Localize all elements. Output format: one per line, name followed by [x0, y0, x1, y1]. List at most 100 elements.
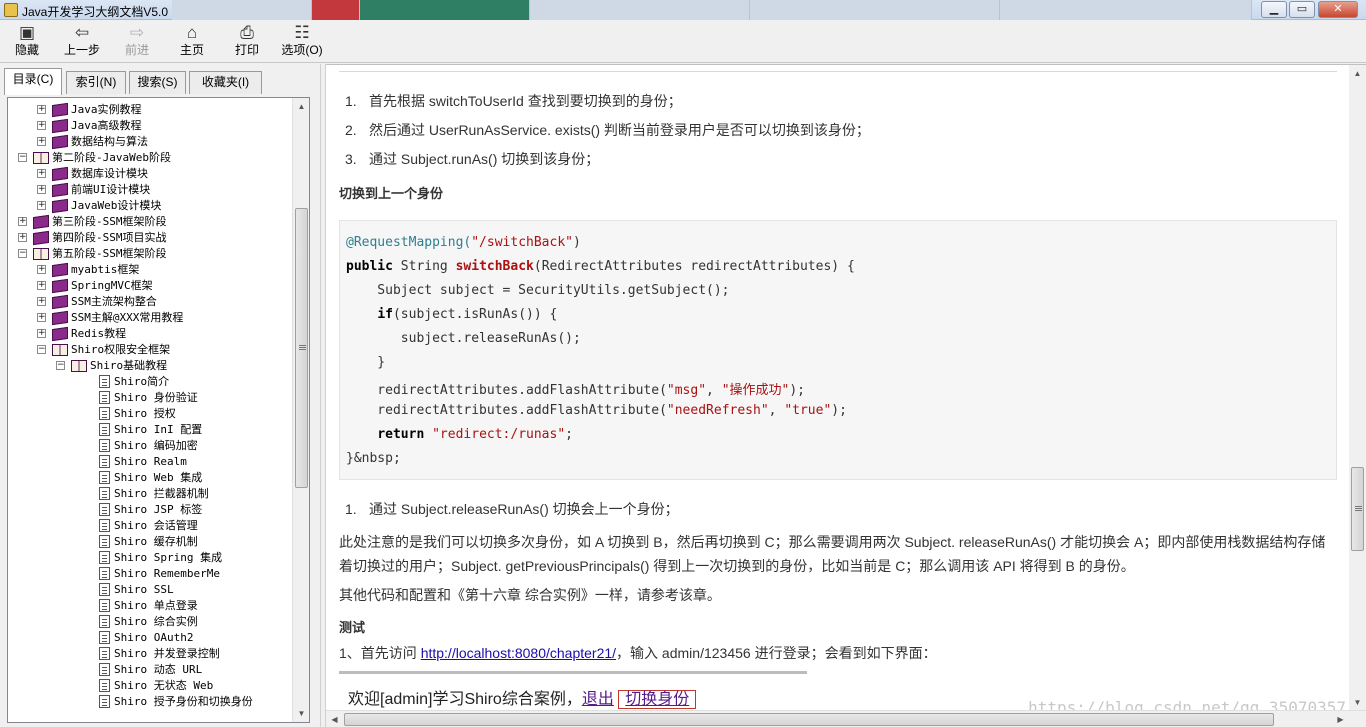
- scroll-right-arrow-icon[interactable]: ▶: [1332, 711, 1349, 727]
- tree-item[interactable]: Shiro OAuth2: [8, 630, 294, 646]
- expand-icon[interactable]: +: [37, 137, 46, 146]
- expand-icon[interactable]: +: [37, 329, 46, 338]
- tree-item[interactable]: Shiro Web 集成: [8, 470, 294, 486]
- tree-item[interactable]: Shiro InI 配置: [8, 422, 294, 438]
- tree-item[interactable]: + 数据库设计模块: [8, 166, 294, 182]
- collapse-icon[interactable]: −: [18, 153, 27, 162]
- tree-item[interactable]: − 第二阶段-JavaWeb阶段: [8, 150, 294, 166]
- tree-item[interactable]: Shiro 单点登录: [8, 598, 294, 614]
- tree-item[interactable]: − 第五阶段-SSM框架阶段: [8, 246, 294, 262]
- home-button[interactable]: ⌂ 主页: [177, 23, 207, 61]
- maximize-button[interactable]: ▭: [1289, 1, 1315, 18]
- tree-item-label: Java高级教程: [71, 119, 142, 132]
- expand-icon[interactable]: +: [37, 105, 46, 114]
- scroll-up-arrow-icon[interactable]: ▲: [1349, 65, 1366, 82]
- expand-icon[interactable]: +: [37, 297, 46, 306]
- back-button[interactable]: ⇦ 上一步: [62, 23, 102, 61]
- tree-item[interactable]: + SpringMVC框架: [8, 278, 294, 294]
- tree-item[interactable]: Shiro 编码加密: [8, 438, 294, 454]
- page-icon: [99, 535, 110, 548]
- scroll-up-arrow-icon[interactable]: ▲: [293, 98, 309, 115]
- code-line: }&nbsp;: [346, 451, 401, 466]
- scroll-left-arrow-icon[interactable]: ◀: [326, 711, 343, 727]
- tree-item[interactable]: + JavaWeb设计模块: [8, 198, 294, 214]
- content-vscroll-track: ▲ ▼: [1349, 65, 1366, 711]
- tree-item-label: Shiro 并发登录控制: [114, 647, 220, 660]
- chapter21-link[interactable]: http://localhost:8080/chapter21/: [421, 645, 616, 661]
- background-tab: [172, 0, 312, 20]
- tree-item[interactable]: + Java高级教程: [8, 118, 294, 134]
- content-horizontal-scrollbar[interactable]: ◀ ▶: [326, 710, 1366, 727]
- tree-scroll-thumb[interactable]: [295, 208, 308, 488]
- tab-index[interactable]: 索引(N): [66, 71, 126, 94]
- switch-identity-link[interactable]: 切换身份: [618, 690, 697, 709]
- code-line: subject.releaseRunAs();: [346, 331, 581, 346]
- expand-icon[interactable]: +: [37, 169, 46, 178]
- tree-item[interactable]: Shiro Realm: [8, 454, 294, 470]
- tree-item[interactable]: Shiro 无状态 Web: [8, 678, 294, 694]
- expand-icon[interactable]: +: [37, 265, 46, 274]
- page-icon: [99, 663, 110, 676]
- expand-icon[interactable]: +: [37, 185, 46, 194]
- tree-item[interactable]: Shiro 缓存机制: [8, 534, 294, 550]
- tree-item[interactable]: Shiro SSL: [8, 582, 294, 598]
- tree-item[interactable]: + SSM主流架构整合: [8, 294, 294, 310]
- content-vertical-scrollbar[interactable]: ▲ ▼: [1349, 65, 1366, 711]
- tree-item[interactable]: + myabtis框架: [8, 262, 294, 278]
- tree-item[interactable]: Shiro 身份验证: [8, 390, 294, 406]
- tree-item[interactable]: Shiro 拦截器机制: [8, 486, 294, 502]
- tree-item[interactable]: − Shiro权限安全框架: [8, 342, 294, 358]
- expand-icon[interactable]: +: [37, 313, 46, 322]
- print-button[interactable]: ⎙ 打印: [232, 23, 262, 61]
- tree-item[interactable]: Shiro 综合实例: [8, 614, 294, 630]
- tree-item[interactable]: + SSM主解@XXX常用教程: [8, 310, 294, 326]
- tree-item[interactable]: Shiro JSP 标签: [8, 502, 294, 518]
- tree-item-label: Java实例教程: [71, 103, 142, 116]
- tab-search[interactable]: 搜索(S): [129, 71, 186, 94]
- tree-item[interactable]: Shiro 授权: [8, 406, 294, 422]
- page-icon: [99, 567, 110, 580]
- expand-icon[interactable]: +: [18, 217, 27, 226]
- tree-item[interactable]: + 数据结构与算法: [8, 134, 294, 150]
- scroll-down-arrow-icon[interactable]: ▼: [293, 705, 309, 722]
- expand-icon[interactable]: +: [37, 121, 46, 130]
- collapse-icon[interactable]: −: [37, 345, 46, 354]
- list-item: 2. 然后通过 UserRunAsService. exists() 判断当前登录…: [345, 122, 870, 138]
- collapse-icon[interactable]: −: [56, 361, 65, 370]
- tree-item-label: Shiro基础教程: [90, 359, 168, 372]
- tree-item-label: 第二阶段-JavaWeb阶段: [52, 151, 171, 164]
- content-scroll-thumb[interactable]: [1351, 467, 1364, 551]
- tree-item[interactable]: Shiro 动态 URL: [8, 662, 294, 678]
- tab-favorites[interactable]: 收藏夹(I): [189, 71, 262, 94]
- expand-icon[interactable]: +: [18, 233, 27, 242]
- tree-item[interactable]: Shiro简介: [8, 374, 294, 390]
- expand-icon[interactable]: +: [37, 201, 46, 210]
- code-block: @RequestMapping("/switchBack") public Str…: [339, 220, 1337, 480]
- tree-item[interactable]: + Java实例教程: [8, 102, 294, 118]
- tree-item[interactable]: Shiro Spring 集成: [8, 550, 294, 566]
- tree-item[interactable]: + 第四阶段-SSM项目实战: [8, 230, 294, 246]
- close-button[interactable]: ✕: [1318, 1, 1358, 18]
- collapse-icon[interactable]: −: [18, 249, 27, 258]
- options-button[interactable]: ☷ 选项(O): [278, 23, 326, 61]
- forward-button[interactable]: ⇨ 前进: [122, 23, 152, 61]
- tab-contents[interactable]: 目录(C): [4, 68, 62, 95]
- tree-item[interactable]: + 前端UI设计模块: [8, 182, 294, 198]
- tree-item-label: Shiro 综合实例: [114, 615, 198, 628]
- tree-item[interactable]: − Shiro基础教程: [8, 358, 294, 374]
- hide-button[interactable]: ▣ 隐藏: [12, 23, 42, 61]
- tree-vertical-scrollbar[interactable]: ▲ ▼: [292, 98, 309, 722]
- minimize-button[interactable]: ▁: [1261, 1, 1287, 18]
- tree-item[interactable]: Shiro 授予身份和切换身份: [8, 694, 294, 710]
- tree-item[interactable]: + Redis教程: [8, 326, 294, 342]
- tree-item[interactable]: Shiro RememberMe: [8, 566, 294, 582]
- content-hscroll-thumb[interactable]: [344, 713, 1274, 726]
- logout-link[interactable]: 退出: [582, 691, 614, 708]
- book-icon: [52, 134, 68, 150]
- expand-icon[interactable]: +: [37, 281, 46, 290]
- tree-item[interactable]: Shiro 并发登录控制: [8, 646, 294, 662]
- tree-item[interactable]: Shiro 会话管理: [8, 518, 294, 534]
- section-heading: 测试: [339, 620, 366, 635]
- tree-item[interactable]: + 第三阶段-SSM框架阶段: [8, 214, 294, 230]
- scroll-down-arrow-icon[interactable]: ▼: [1349, 694, 1366, 711]
